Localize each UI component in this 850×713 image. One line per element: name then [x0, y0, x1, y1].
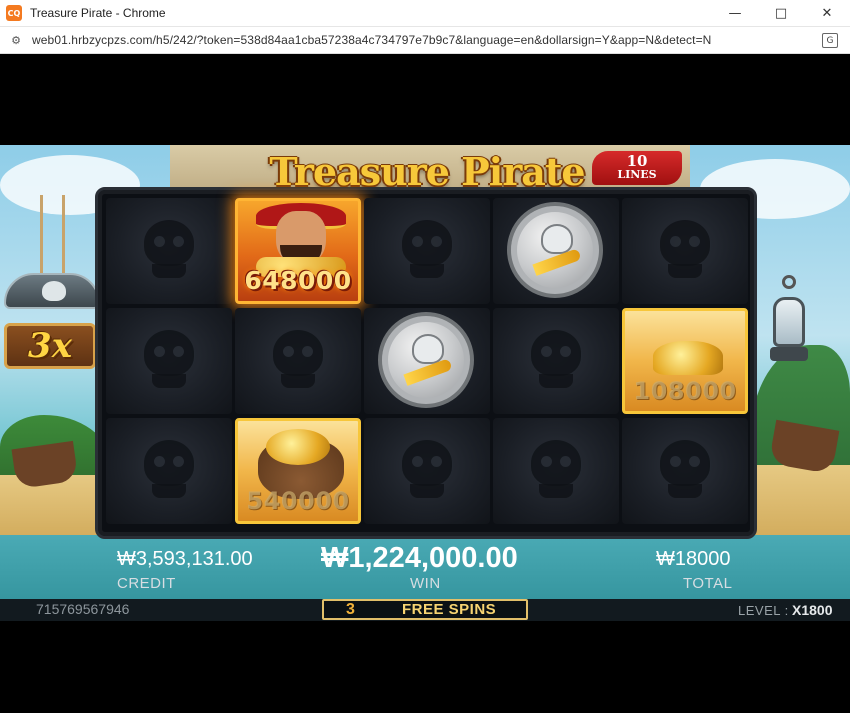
- symbol-value: 108000: [633, 377, 737, 405]
- multiplier-chest: 3x: [0, 273, 105, 373]
- win-label: WIN: [410, 575, 441, 592]
- skull-icon: [402, 440, 452, 486]
- reel-cell-gold-pile: 108000: [622, 308, 748, 414]
- lines-number: 10: [626, 152, 648, 170]
- reel-cell-blank: [106, 198, 232, 304]
- status-bar: 715769567946 3 FREE SPINS LEVEL : X1800: [0, 599, 850, 621]
- close-icon[interactable]: ✕: [804, 0, 850, 27]
- gold-coins-icon: [653, 341, 723, 375]
- reel-cell-scatter-coin: [493, 198, 619, 304]
- skull-coin-icon: [507, 202, 603, 298]
- total-label: TOTAL: [683, 575, 733, 592]
- reel-cell-scatter-coin: [364, 308, 490, 414]
- level-label: LEVEL :: [738, 603, 789, 618]
- reel-cell-blank: [493, 308, 619, 414]
- window-titlebar: CQ Treasure Pirate - Chrome — □ ✕: [0, 0, 850, 27]
- translate-icon[interactable]: G: [822, 33, 838, 48]
- lantern-icon: [770, 275, 808, 365]
- maximize-icon[interactable]: □: [758, 0, 804, 27]
- credit-label: CREDIT: [117, 575, 176, 592]
- app-logo-icon: CQ: [6, 5, 22, 21]
- symbol-value: 648000: [244, 266, 352, 295]
- credit-value: ₩3,593,131.00: [117, 548, 253, 570]
- reel-frame: 648000 108000 540000: [95, 187, 757, 539]
- lines-label: LINES: [617, 168, 657, 181]
- url-text[interactable]: web01.hrbzycpzs.com/h5/242/?token=538d84…: [32, 33, 711, 47]
- skull-icon: [402, 220, 452, 266]
- free-spins-label: FREE SPINS: [402, 601, 497, 618]
- reel-cell-blank: [622, 418, 748, 524]
- reel-grid: 648000 108000 540000: [106, 198, 748, 524]
- skull-icon: [42, 281, 66, 301]
- gold-coins-icon: [266, 429, 330, 465]
- lines-banner: 10 LINES: [592, 151, 682, 185]
- round-serial: 715769567946: [36, 601, 130, 617]
- reel-cell-blank: [493, 418, 619, 524]
- skull-icon: [660, 440, 710, 486]
- window-controls: — □ ✕: [712, 0, 850, 27]
- reel-cell-captain: 648000: [235, 198, 361, 304]
- reel-cell-blank: [364, 198, 490, 304]
- reel-cell-blank: [235, 308, 361, 414]
- reel-cell-blank: [106, 308, 232, 414]
- symbol-value: 540000: [246, 487, 350, 515]
- skull-icon: [531, 440, 581, 486]
- total-value: ₩18000: [656, 548, 731, 570]
- reel-cell-blank: [106, 418, 232, 524]
- free-spins-count: 3: [346, 600, 355, 618]
- skull-icon: [273, 330, 323, 376]
- minimize-icon[interactable]: —: [712, 0, 758, 27]
- win-value: ₩1,224,000.00: [321, 542, 518, 574]
- level-value: X1800: [792, 602, 833, 618]
- skull-icon: [531, 330, 581, 376]
- skull-icon: [144, 220, 194, 266]
- reel-cell-gold-pouch: 540000: [235, 418, 361, 524]
- window-title: Treasure Pirate - Chrome: [30, 6, 166, 20]
- address-bar: ⚙ web01.hrbzycpzs.com/h5/242/?token=538d…: [0, 27, 850, 54]
- reel-cell-blank: [622, 198, 748, 304]
- skull-icon: [144, 330, 194, 376]
- skull-coin-icon: [378, 312, 474, 408]
- game-viewport[interactable]: Treasure Pirate 10 LINES 3x 648000 108000…: [0, 55, 850, 713]
- multiplier-value: 3x: [28, 326, 72, 366]
- skull-icon: [660, 220, 710, 266]
- reel-cell-blank: [364, 418, 490, 524]
- skull-icon: [144, 440, 194, 486]
- site-settings-icon[interactable]: ⚙: [8, 32, 24, 48]
- free-spins-counter: 3 FREE SPINS: [322, 599, 528, 620]
